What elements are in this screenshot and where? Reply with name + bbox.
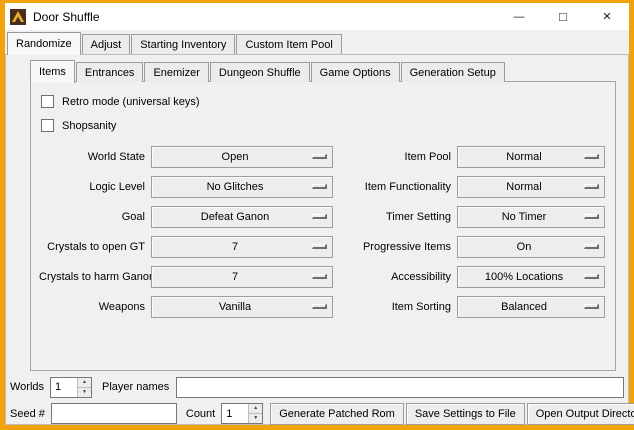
spin-arrows: ▲ ▼ <box>248 404 262 423</box>
seed-label: Seed # <box>10 408 45 420</box>
minimize-icon[interactable]: — <box>497 3 541 30</box>
dropdown-value: Defeat Ganon <box>152 211 332 223</box>
dropdown-indicator-icon <box>312 244 327 249</box>
generate-patched-rom-button[interactable]: Generate Patched Rom <box>270 403 404 425</box>
tab-randomize[interactable]: Randomize <box>7 32 81 55</box>
settings-grid: World State Open Item Pool Normal Logic … <box>39 146 605 318</box>
player-names-input[interactable] <box>176 377 624 398</box>
dropdown-progressive-items[interactable]: On <box>457 236 605 258</box>
spin-up-icon[interactable]: ▲ <box>249 404 262 413</box>
label-accessibility: Accessibility <box>339 271 451 283</box>
tab-items[interactable]: Items <box>30 60 75 83</box>
dropdown-item-pool[interactable]: Normal <box>457 146 605 168</box>
dropdown-world-state[interactable]: Open <box>151 146 333 168</box>
seed-input[interactable] <box>51 403 177 424</box>
label-weapons: Weapons <box>39 301 145 313</box>
dropdown-value: 100% Locations <box>458 271 604 283</box>
tab-entrances[interactable]: Entrances <box>76 62 144 82</box>
label-item-pool: Item Pool <box>339 151 451 163</box>
dropdown-value: Vanilla <box>152 301 332 313</box>
dropdown-timer-setting[interactable]: No Timer <box>457 206 605 228</box>
dropdown-indicator-icon <box>584 214 599 219</box>
spin-arrows: ▲ ▼ <box>77 378 91 397</box>
maximize-icon[interactable]: □ <box>541 3 585 30</box>
dropdown-indicator-icon <box>312 274 327 279</box>
dropdown-value: Normal <box>458 181 604 193</box>
retro-mode-checkbox[interactable]: Retro mode (universal keys) <box>41 91 607 112</box>
app-window: Door Shuffle — □ ✕ Randomize Adjust Star… <box>0 0 634 430</box>
checkbox-icon <box>41 119 54 132</box>
dropdown-indicator-icon <box>312 214 327 219</box>
checkbox-label: Retro mode (universal keys) <box>62 96 200 108</box>
inner-tabbar: Items Entrances Enemizer Dungeon Shuffle… <box>30 58 616 82</box>
worlds-row: Worlds 1 ▲ ▼ Player names <box>10 376 624 398</box>
label-logic-level: Logic Level <box>39 181 145 193</box>
tab-dungeon-shuffle[interactable]: Dungeon Shuffle <box>210 62 310 82</box>
tab-custom-item-pool[interactable]: Custom Item Pool <box>236 34 341 54</box>
dropdown-goal[interactable]: Defeat Ganon <box>151 206 333 228</box>
window-content: Randomize Adjust Starting Inventory Cust… <box>5 30 629 425</box>
dropdown-value: Open <box>152 151 332 163</box>
seed-row: Seed # Count 1 ▲ ▼ Generate Patched Rom … <box>10 402 625 425</box>
close-icon[interactable]: ✕ <box>585 3 629 30</box>
dropdown-weapons[interactable]: Vanilla <box>151 296 333 318</box>
dropdown-accessibility[interactable]: 100% Locations <box>457 266 605 288</box>
titlebar: Door Shuffle — □ ✕ <box>5 3 629 30</box>
spin-up-icon[interactable]: ▲ <box>78 378 91 387</box>
dropdown-indicator-icon <box>584 154 599 159</box>
save-settings-button[interactable]: Save Settings to File <box>406 403 525 425</box>
dropdown-item-sorting[interactable]: Balanced <box>457 296 605 318</box>
app-icon[interactable] <box>10 9 26 25</box>
label-crystals-harm-ganon: Crystals to harm Ganon <box>39 271 145 283</box>
dropdown-indicator-icon <box>584 274 599 279</box>
dropdown-item-functionality[interactable]: Normal <box>457 176 605 198</box>
tab-starting-inventory[interactable]: Starting Inventory <box>131 34 235 54</box>
dropdown-value: 7 <box>152 271 332 283</box>
count-value: 1 <box>222 404 248 423</box>
dropdown-indicator-icon <box>584 184 599 189</box>
count-label: Count <box>186 408 215 420</box>
label-progressive-items: Progressive Items <box>339 241 451 253</box>
spin-down-icon[interactable]: ▼ <box>249 413 262 423</box>
shopsanity-checkbox[interactable]: Shopsanity <box>41 115 607 136</box>
dropdown-value: Balanced <box>458 301 604 313</box>
dropdown-indicator-icon <box>584 244 599 249</box>
label-item-sorting: Item Sorting <box>339 301 451 313</box>
worlds-value: 1 <box>51 378 77 397</box>
tab-game-options[interactable]: Game Options <box>311 62 400 82</box>
dropdown-value: On <box>458 241 604 253</box>
tab-enemizer[interactable]: Enemizer <box>144 62 208 82</box>
worlds-label: Worlds <box>10 381 44 393</box>
label-world-state: World State <box>39 151 145 163</box>
tab-adjust[interactable]: Adjust <box>82 34 131 54</box>
dropdown-value: Normal <box>458 151 604 163</box>
dropdown-indicator-icon <box>312 304 327 309</box>
checkbox-label: Shopsanity <box>62 120 116 132</box>
dropdown-value: No Timer <box>458 211 604 223</box>
player-names-label: Player names <box>102 381 169 393</box>
spin-down-icon[interactable]: ▼ <box>78 387 91 397</box>
worlds-spinbox[interactable]: 1 ▲ ▼ <box>50 377 92 398</box>
label-item-functionality: Item Functionality <box>339 181 451 193</box>
checkbox-icon <box>41 95 54 108</box>
dropdown-indicator-icon <box>312 154 327 159</box>
dropdown-crystals-open-gt[interactable]: 7 <box>151 236 333 258</box>
window-title: Door Shuffle <box>33 10 100 24</box>
dropdown-crystals-harm-ganon[interactable]: 7 <box>151 266 333 288</box>
dropdown-value: 7 <box>152 241 332 253</box>
dropdown-indicator-icon <box>312 184 327 189</box>
tab-generation-setup[interactable]: Generation Setup <box>401 62 505 82</box>
label-timer-setting: Timer Setting <box>339 211 451 223</box>
items-pane: Retro mode (universal keys) Shopsanity W… <box>30 81 616 371</box>
randomize-pane: Items Entrances Enemizer Dungeon Shuffle… <box>5 54 629 425</box>
window-controls: — □ ✕ <box>497 3 629 30</box>
label-crystals-open-gt: Crystals to open GT <box>39 241 145 253</box>
dropdown-logic-level[interactable]: No Glitches <box>151 176 333 198</box>
count-spinbox[interactable]: 1 ▲ ▼ <box>221 403 263 424</box>
label-goal: Goal <box>39 211 145 223</box>
outer-tabbar: Randomize Adjust Starting Inventory Cust… <box>5 30 629 54</box>
dropdown-indicator-icon <box>584 304 599 309</box>
open-output-directory-button[interactable]: Open Output Directory <box>527 403 634 425</box>
dropdown-value: No Glitches <box>152 181 332 193</box>
